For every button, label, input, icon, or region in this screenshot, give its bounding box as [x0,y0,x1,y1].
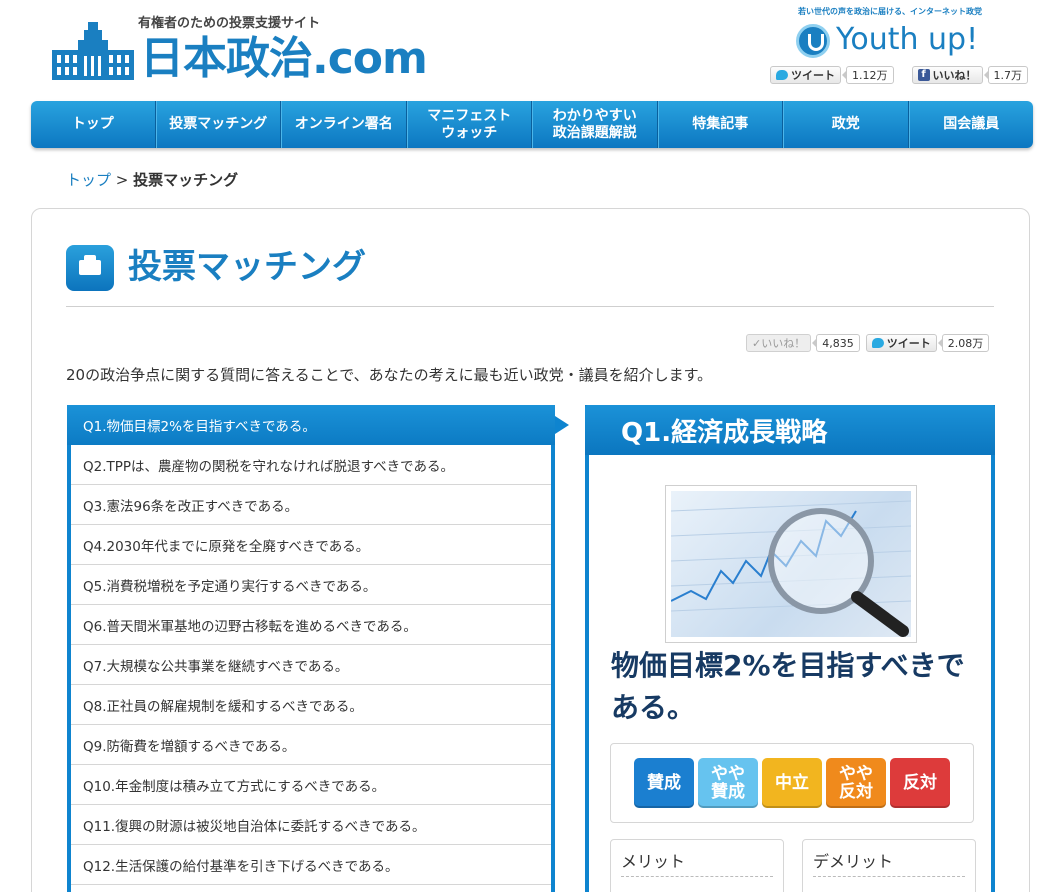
page-share-row: ✓いいね！ 4,835 ツイート 2.08万 [746,333,990,353]
magnifier-graph-icon [671,500,911,637]
vote-options: 賛成 やや 賛成 中立 やや 反対 反対 [610,743,974,823]
logo-wordmark: 日本政治.com [140,33,428,84]
question-item-2[interactable]: Q2.TPPは、農産物の関税を守れなければ脱退すべきである。 [71,445,551,485]
header-tweet-button[interactable]: ツイート [770,66,841,84]
main-panel: 投票マッチング ✓いいね！ 4,835 ツイート 2.08万 20の政治争点に関… [31,208,1030,892]
page-tweet-button[interactable]: ツイート [865,334,937,352]
nav-feature-articles[interactable]: 特集記事 [657,101,783,148]
question-item-1[interactable]: Q1.物価目標2%を目指すべきである。 [67,405,569,445]
nav-diet-members[interactable]: 国会議員 [908,101,1034,148]
demerits-title: デメリット [813,848,965,877]
question-item-4[interactable]: Q4.2030年代までに原発を全廃すべきである。 [71,525,551,565]
vote-agree-button[interactable]: 賛成 [634,758,694,808]
header-like-count: 1.7万 [983,66,1028,84]
magnifier-chart-image [665,485,917,643]
logo-tagline: 有権者のための投票支援サイト [138,16,321,31]
question-item-8[interactable]: Q8.正社員の解雇規制を緩和するべきである。 [71,685,551,725]
ballot-box-icon [66,245,114,291]
detail-question-text: 物価目標2%を目指すべきである。 [611,649,965,724]
page-tweet-count: 2.08万 [937,334,990,352]
intro-text: 20の政治争点に関する質問に答えることで、あなたの考えに最も近い政党・議員を紹介… [66,366,713,384]
question-list: Q1.物価目標2%を目指すべきである。 Q2.TPPは、農産物の関税を守れなけれ… [67,405,569,892]
question-item-6[interactable]: Q6.普天間米軍基地の辺野古移転を進めるべきである。 [71,605,551,645]
nav-vote-matching[interactable]: 投票マッチング [155,101,281,148]
youth-tagline: 若い世代の声を政治に届ける、インターネット政党 [798,7,982,16]
header-share-row: ツイート 1.12万 f いいね！ 1.7万 [770,65,1028,85]
site-logo[interactable]: 有権者のための投票支援サイト 日本政治.com [50,12,428,87]
twitter-bird-icon [776,70,788,80]
nav-top[interactable]: トップ [31,101,156,148]
question-item-9[interactable]: Q9.防衛費を増額するべきである。 [71,725,551,765]
header-like-button[interactable]: f いいね！ [911,66,983,84]
demerits-box: デメリット [802,839,976,892]
youth-up-wordmark: Youth up! [836,22,979,57]
breadcrumb-separator: > [111,171,134,189]
facebook-icon: f [917,69,930,81]
youth-up-logo: Youth up! [796,20,996,60]
question-item-5[interactable]: Q5.消費税増税を予定通り実行するべきである。 [71,565,551,605]
twitter-bird-icon [871,338,884,348]
page-like-button[interactable]: ✓いいね！ [746,334,812,352]
site-header: 有権者のための投票支援サイト 日本政治.com 若い世代の声を政治に届ける、イン… [0,0,1062,100]
vote-disagree-button[interactable]: 反対 [890,758,950,808]
header-tweet-count: 1.12万 [842,66,894,84]
question-item-11[interactable]: Q11.復興の財源は被災地自治体に委託するべきである。 [71,805,551,845]
detail-heading: Q1.経済成長戦略 [585,405,995,455]
nav-policy-explainer[interactable]: わかりやすい 政治課題解説 [532,101,658,148]
diet-building-icon [52,22,134,80]
nav-parties[interactable]: 政党 [783,101,909,148]
question-item-10[interactable]: Q10.年金制度は積み立て方式にするべきである。 [71,765,551,805]
vote-somewhat-disagree-button[interactable]: やや 反対 [826,758,886,808]
question-item-3[interactable]: Q3.憲法96条を改正すべきである。 [71,485,551,525]
breadcrumb-home-link[interactable]: トップ [66,171,111,189]
title-divider [66,306,994,307]
merits-title: メリット [621,848,773,877]
main-nav: トップ 投票マッチング オンライン署名 マニフェスト ウォッチ わかりやすい 政… [31,101,1033,148]
question-item-12[interactable]: Q12.生活保護の給付基準を引き下げるべきである。 [71,845,551,885]
nav-manifesto-watch[interactable]: マニフェスト ウォッチ [406,101,532,148]
page-title: 投票マッチング [128,247,366,287]
nav-online-petition[interactable]: オンライン署名 [281,101,407,148]
question-detail: Q1.経済成長戦略 物価目標2%を目指すべきである。 賛成 やや 賛成 中立 や… [585,405,995,892]
question-item-7[interactable]: Q7.大規模な公共事業を継続すべきである。 [71,645,551,685]
merits-box: メリット [610,839,784,892]
page-like-count: 4,835 [812,334,860,352]
youth-up-icon [796,24,830,58]
breadcrumb-current: 投票マッチング [133,171,239,189]
breadcrumb: トップ > 投票マッチング [66,169,238,190]
vote-neutral-button[interactable]: 中立 [762,758,822,808]
vote-somewhat-agree-button[interactable]: やや 賛成 [698,758,758,808]
